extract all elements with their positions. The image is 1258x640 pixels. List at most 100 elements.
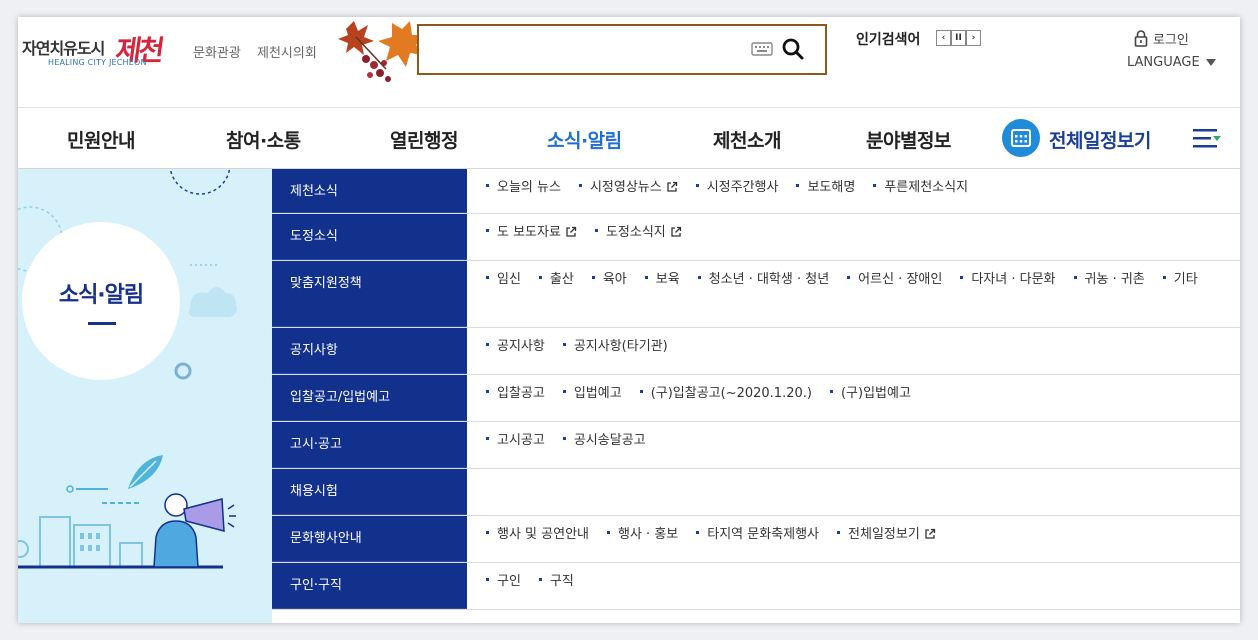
submenu-link[interactable]: 구직 — [539, 568, 574, 595]
login-link[interactable]: 로그인 — [1153, 29, 1189, 48]
submenu-link-label: 보육 — [655, 272, 680, 287]
chevron-down-icon[interactable] — [1206, 59, 1216, 66]
calendar-icon[interactable] — [1002, 119, 1040, 157]
site-header: 자연치유도시 제천 HEALING CITY JECHEON 문화관광 제천시의… — [18, 17, 1240, 107]
submenu-link-label: 푸른제천소식지 — [884, 180, 969, 195]
menu-category-bid-legislation[interactable]: 입찰공고/입법예고 — [272, 375, 467, 421]
submenu-link-label: 출산 — [549, 272, 574, 287]
section-title: 소식·알림 — [58, 283, 144, 308]
search-icon[interactable] — [781, 37, 805, 61]
submenu-link-label: 행사 · 홍보 — [618, 527, 679, 542]
submenu-link[interactable]: (구)입찰공고(~2020.1.20.) — [640, 380, 812, 407]
popular-prev-button[interactable]: ‹ — [936, 30, 951, 46]
menu-category-public-notice[interactable]: 고시·공고 — [272, 422, 467, 468]
submenu-link[interactable]: 행사 · 홍보 — [607, 521, 678, 548]
submenu-link[interactable]: 기타 — [1163, 266, 1198, 293]
submenu-link-label: 구직 — [549, 574, 574, 589]
top-link-culture-tourism[interactable]: 문화관광 — [193, 42, 241, 61]
menu-links: 입찰공고 입법예고 (구)입찰공고(~2020.1.20.) (구)입법예고 — [486, 380, 1226, 407]
submenu-link[interactable]: 행사 및 공연안내 — [486, 521, 589, 548]
language-select[interactable]: LANGUAGE — [1127, 55, 1200, 70]
submenu-link-label: 시정주간행사 — [706, 180, 779, 195]
submenu-link[interactable]: 보육 — [645, 266, 680, 293]
nav-item-participation[interactable]: 참여·소통 — [226, 126, 301, 153]
submenu-link-label: 입찰공고 — [497, 386, 545, 401]
keyboard-icon[interactable] — [751, 40, 773, 58]
submenu-link[interactable]: 입찰공고 — [486, 380, 545, 407]
menu-category-cultural-events[interactable]: 문화행사안내 — [272, 516, 467, 562]
menu-links: 행사 및 공연안내 행사 · 홍보 타지역 문화축제행사 전체일정보기 — [486, 521, 1226, 548]
section-panel: 소식·알림 — [18, 169, 272, 623]
submenu-link[interactable]: 입법예고 — [563, 380, 622, 407]
nav-item-open-administration[interactable]: 열린행정 — [390, 126, 458, 153]
submenu-link[interactable]: (구)입법예고 — [830, 380, 911, 407]
top-link-city-council[interactable]: 제천시의회 — [257, 42, 317, 61]
main-nav: 민원안내 참여·소통 열린행정 소식·알림 제천소개 분야별정보 전체일정보기 — [18, 107, 1240, 169]
submenu-link[interactable]: 공지사항 — [486, 333, 545, 360]
menu-row-recruitment-exam: 채용시험 — [272, 469, 1240, 516]
submenu-link[interactable]: 고시공고 — [486, 427, 545, 454]
nav-item-about-jecheon[interactable]: 제천소개 — [713, 126, 781, 153]
lock-icon[interactable] — [1134, 29, 1148, 47]
submenu-link-label: 육아 — [602, 272, 627, 287]
submenu-link[interactable]: 푸른제천소식지 — [873, 174, 968, 201]
submenu-link[interactable]: 시정주간행사 — [696, 174, 779, 201]
submenu-link[interactable]: 전체일정보기 — [837, 521, 936, 548]
submenu-link[interactable]: 시정영상뉴스 — [579, 174, 678, 201]
submenu-link[interactable]: 도정소식지 — [595, 219, 682, 246]
submenu-link[interactable]: 육아 — [592, 266, 627, 293]
submenu-link[interactable]: 타지역 문화축제행사 — [696, 521, 819, 548]
full-schedule-link[interactable]: 전체일정보기 — [1049, 126, 1151, 153]
submenu-link[interactable]: 다자녀 · 다문화 — [960, 266, 1055, 293]
submenu-link[interactable]: 임신 — [486, 266, 521, 293]
submenu-link[interactable]: 공지사항(타기관) — [563, 333, 668, 360]
submenu-link-label: 공지사항(타기관) — [573, 339, 668, 354]
menu-category-jecheon-news[interactable]: 제천소식 — [272, 169, 467, 213]
site-logo[interactable]: 자연치유도시 제천 HEALING CITY JECHEON — [22, 29, 192, 73]
submenu-link-label: 행사 및 공연안내 — [497, 527, 589, 542]
menu-category-notice[interactable]: 공지사항 — [272, 328, 467, 374]
submenu-link-label: 도 보도자료 — [497, 225, 561, 240]
menu-links: 오늘의 뉴스 시정영상뉴스 시정주간행사 보도해명 푸른제천소식지 — [486, 174, 1226, 201]
nav-item-civil-service[interactable]: 민원안내 — [67, 126, 135, 153]
popular-pause-button[interactable]: II — [951, 30, 966, 46]
submenu-link-label: 구인 — [497, 574, 521, 589]
all-menu-icon[interactable] — [1193, 127, 1221, 151]
submenu-link[interactable]: 귀농 · 귀촌 — [1074, 266, 1145, 293]
submenu-link[interactable]: 도 보도자료 — [486, 219, 577, 246]
external-link-icon — [671, 226, 681, 237]
submenu-link-label: 고시공고 — [497, 433, 545, 448]
submenu-link-label: 임신 — [497, 272, 521, 287]
search-box[interactable] — [417, 24, 827, 75]
submenu-link[interactable]: 보도해명 — [796, 174, 855, 201]
menu-category-jobs[interactable]: 구인·구직 — [272, 563, 467, 609]
maple-leaf-icon — [338, 21, 426, 82]
popular-next-button[interactable]: › — [966, 30, 981, 46]
search-input[interactable] — [427, 34, 747, 64]
menu-row-jecheon-news: 제천소식 오늘의 뉴스 시정영상뉴스 시정주간행사 보도해명 푸른제천소식지 — [272, 169, 1240, 214]
submenu-link-label: 공지사항 — [497, 339, 545, 354]
submenu-link-label: 보도해명 — [807, 180, 856, 195]
nav-item-field-info[interactable]: 분야별정보 — [866, 126, 951, 153]
menu-links: 고시공고 공시송달공고 — [486, 427, 1226, 454]
submenu-link[interactable]: 청소년 · 대학생 · 청년 — [698, 266, 829, 293]
nav-item-news[interactable]: 소식·알림 — [547, 126, 622, 153]
submenu-link-label: 타지역 문화축제행사 — [707, 527, 820, 542]
submenu-link-label: 오늘의 뉴스 — [497, 180, 561, 195]
submenu-link[interactable]: 출산 — [539, 266, 574, 293]
menu-category-custom-support[interactable]: 맞춤지원정책 — [272, 261, 467, 327]
submenu-link-label: (구)입법예고 — [840, 386, 911, 401]
menu-category-recruitment-exam[interactable]: 채용시험 — [272, 469, 467, 515]
menu-row-bid-legislation: 입찰공고/입법예고 입찰공고 입법예고 (구)입찰공고(~2020.1.20.) (구)… — [272, 375, 1240, 422]
external-link-icon — [566, 226, 577, 237]
submenu-link-label: 전체일정보기 — [848, 527, 920, 542]
menu-category-province-news[interactable]: 도정소식 — [272, 214, 467, 260]
submenu-link[interactable]: 오늘의 뉴스 — [486, 174, 561, 201]
external-link-icon — [667, 181, 677, 192]
menu-links: 구인 구직 — [486, 568, 1226, 595]
section-title-underline — [88, 322, 116, 325]
submenu-link[interactable]: 공시송달공고 — [563, 427, 646, 454]
submenu-link[interactable]: 구인 — [486, 568, 521, 595]
submenu-link[interactable]: 어르신 · 장애인 — [847, 266, 942, 293]
menu-links: 임신 출산 육아 보육 청소년 · 대학생 · 청년 어르신 · 장애인 다자녀 · 다문화… — [486, 266, 1226, 293]
